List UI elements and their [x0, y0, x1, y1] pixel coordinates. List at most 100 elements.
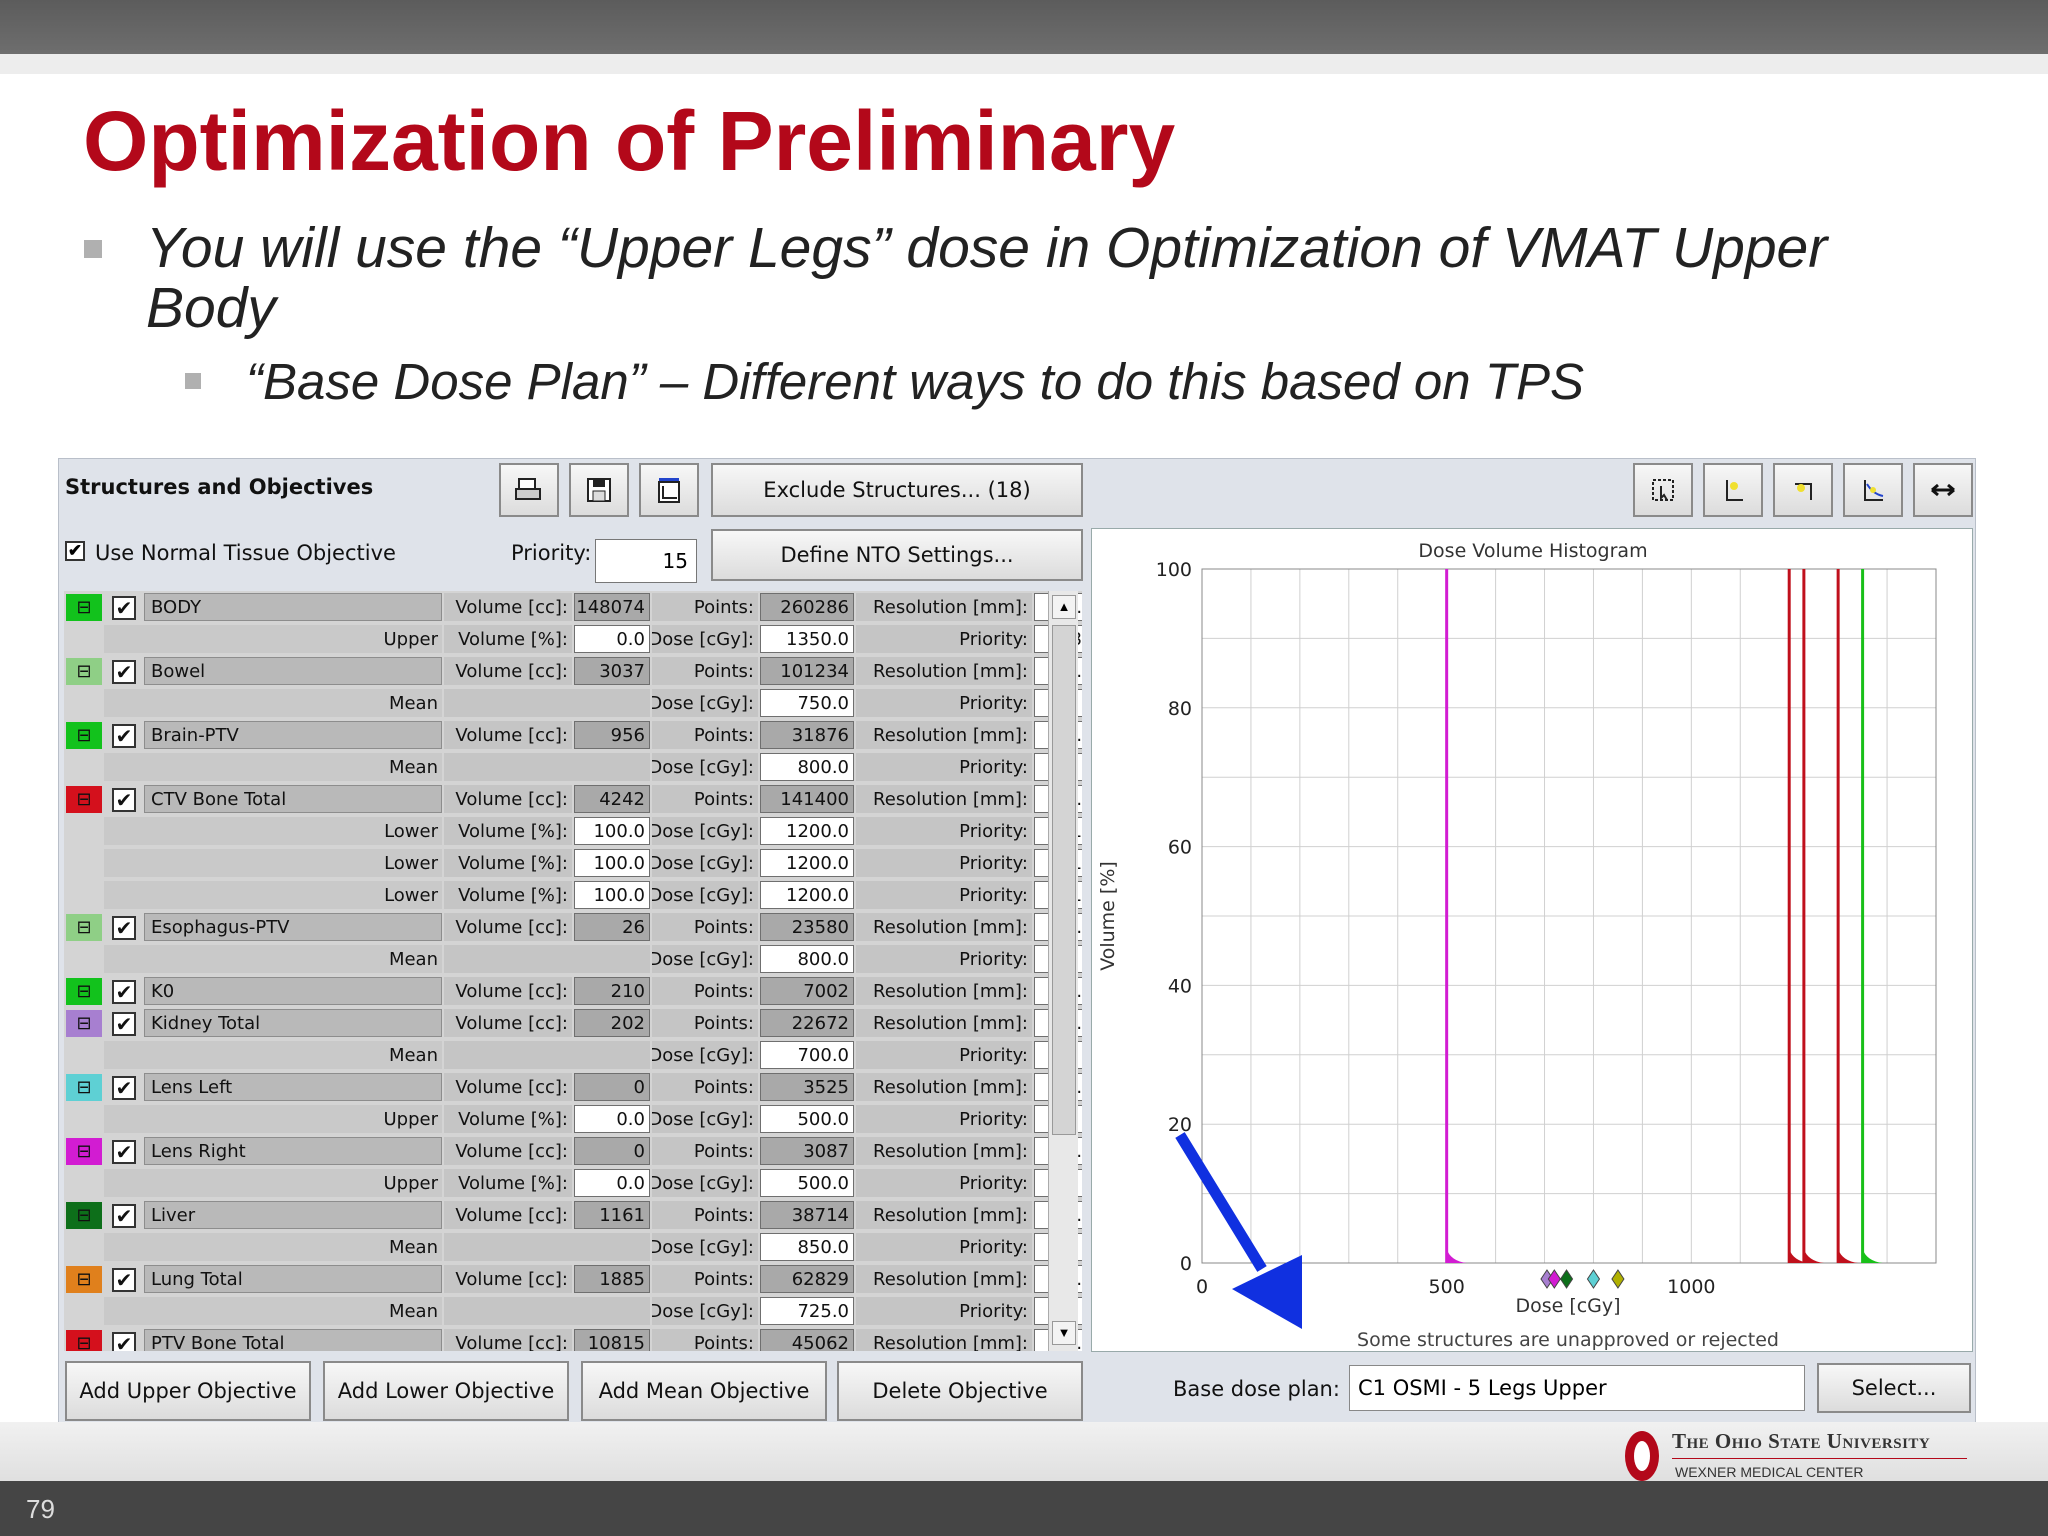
- volume-cc-value: 148074: [574, 593, 650, 621]
- structure-color-swatch[interactable]: ⊟: [66, 1138, 102, 1165]
- structure-color-swatch[interactable]: ⊟: [66, 722, 102, 749]
- structure-checkbox[interactable]: ✔: [112, 1012, 136, 1036]
- volume-pct-input[interactable]: 0.0: [574, 625, 650, 653]
- dose-input[interactable]: 800.0: [760, 753, 854, 781]
- volume-cc-label: Volume [cc]:: [444, 593, 572, 621]
- structure-checkbox[interactable]: ✔: [112, 1332, 136, 1351]
- dose-input[interactable]: 1200.0: [760, 849, 854, 877]
- dvh-view-button[interactable]: [639, 463, 699, 517]
- resize-button[interactable]: [1913, 463, 1973, 517]
- resolution-label: Resolution [mm]:: [856, 977, 1032, 1005]
- base-dose-field[interactable]: C1 OSMI - 5 Legs Upper: [1349, 1365, 1805, 1411]
- annotation-arrow-shaft: [1175, 1132, 1267, 1272]
- curve-tool-button[interactable]: [1843, 463, 1903, 517]
- scroll-up-arrow-icon[interactable]: ▲: [1052, 595, 1076, 619]
- structure-checkbox[interactable]: ✔: [112, 1268, 136, 1292]
- structure-color-swatch[interactable]: ⊟: [66, 594, 102, 621]
- points-label: Points:: [652, 1265, 758, 1293]
- objective-marker: [1547, 1269, 1561, 1289]
- define-nto-button[interactable]: Define NTO Settings...: [711, 529, 1083, 581]
- structure-checkbox[interactable]: ✔: [112, 660, 136, 684]
- scrollbar-thumb[interactable]: [1052, 625, 1076, 1135]
- dose-label: Dose [cGy]:: [652, 689, 758, 717]
- structure-color-swatch[interactable]: ⊟: [66, 914, 102, 941]
- structure-color-swatch[interactable]: ⊟: [66, 658, 102, 685]
- structure-color-swatch[interactable]: ⊟: [66, 1202, 102, 1229]
- structure-checkbox[interactable]: ✔: [112, 596, 136, 620]
- structure-checkbox[interactable]: ✔: [112, 1140, 136, 1164]
- structure-color-swatch[interactable]: ⊟: [66, 1330, 102, 1351]
- volume-cc-value: 0: [574, 1073, 650, 1101]
- y-tick-label: 60: [1168, 837, 1192, 859]
- structure-checkbox[interactable]: ✔: [112, 724, 136, 748]
- dose-input[interactable]: 500.0: [760, 1105, 854, 1133]
- volume-pct-label: Volume [%]:: [444, 817, 572, 845]
- x-tick-label: 0: [1196, 1276, 1208, 1298]
- structure-color-swatch[interactable]: ⊟: [66, 1074, 102, 1101]
- add-upper-objective-button[interactable]: Add Upper Objective: [65, 1361, 311, 1421]
- priority-label: Priority:: [856, 945, 1032, 973]
- volume-pct-label: Volume [%]:: [444, 1169, 572, 1197]
- structure-checkbox[interactable]: ✔: [112, 788, 136, 812]
- structure-color-swatch[interactable]: ⊟: [66, 1010, 102, 1037]
- structure-checkbox[interactable]: ✔: [112, 1204, 136, 1228]
- structure-row: ⊟ ✔ PTV Bone Total Volume [cc]: 10815 Points:…: [64, 1327, 1082, 1351]
- pan-tool-button[interactable]: [1773, 463, 1833, 517]
- objective-type: Mean: [104, 1233, 442, 1261]
- objectives-scrollbar[interactable]: ▲ ▼: [1048, 591, 1078, 1351]
- structure-color-swatch[interactable]: ⊟: [66, 978, 102, 1005]
- dose-input[interactable]: 750.0: [760, 689, 854, 717]
- objective-type: Lower: [104, 817, 442, 845]
- y-tick-label: 20: [1168, 1114, 1192, 1136]
- add-lower-objective-button[interactable]: Add Lower Objective: [323, 1361, 569, 1421]
- nto-priority-input[interactable]: 15: [595, 539, 697, 583]
- structure-checkbox[interactable]: ✔: [112, 1076, 136, 1100]
- points-value: 62829: [760, 1265, 854, 1293]
- use-nto-checkbox[interactable]: ✔: [65, 541, 85, 561]
- objective-type: Mean: [104, 1297, 442, 1325]
- dose-label: Dose [cGy]:: [652, 1041, 758, 1069]
- add-mean-objective-button[interactable]: Add Mean Objective: [581, 1361, 827, 1421]
- dose-label: Dose [cGy]:: [652, 849, 758, 877]
- print-button[interactable]: [499, 463, 559, 517]
- dose-input[interactable]: 725.0: [760, 1297, 854, 1325]
- volume-pct-input[interactable]: 100.0: [574, 849, 650, 877]
- objective-type: Mean: [104, 689, 442, 717]
- volume-pct-input[interactable]: 100.0: [574, 817, 650, 845]
- structure-color-swatch[interactable]: ⊟: [66, 786, 102, 813]
- resolution-label: Resolution [mm]:: [856, 1329, 1032, 1351]
- annotation-arrow-head: [1232, 1255, 1302, 1329]
- dose-input[interactable]: 1350.0: [760, 625, 854, 653]
- zoom-tool-button[interactable]: [1703, 463, 1763, 517]
- bullet-text-2: “Base Dose Plan” – Different ways to do …: [246, 353, 1585, 410]
- dose-input[interactable]: 800.0: [760, 945, 854, 973]
- delete-objective-button[interactable]: Delete Objective: [837, 1361, 1083, 1421]
- dose-input[interactable]: 500.0: [760, 1169, 854, 1197]
- dose-input[interactable]: 850.0: [760, 1233, 854, 1261]
- dose-input[interactable]: 1200.0: [760, 817, 854, 845]
- objective-type: Lower: [104, 849, 442, 877]
- curve-chart-icon: [1864, 480, 1884, 501]
- exclude-structures-button[interactable]: Exclude Structures... (18): [711, 463, 1083, 517]
- select-tool-button[interactable]: [1633, 463, 1693, 517]
- volume-cc-value: 10815: [574, 1329, 650, 1351]
- select-base-dose-button[interactable]: Select...: [1817, 1363, 1971, 1413]
- structure-color-swatch[interactable]: ⊟: [66, 1266, 102, 1293]
- dose-label: Dose [cGy]:: [652, 1233, 758, 1261]
- dose-label: Dose [cGy]:: [652, 945, 758, 973]
- dose-input[interactable]: 700.0: [760, 1041, 854, 1069]
- y-axis-label: Volume [%]: [1097, 861, 1119, 971]
- print-icon: [515, 478, 541, 500]
- volume-pct-input[interactable]: 0.0: [574, 1105, 650, 1133]
- volume-pct-input[interactable]: 0.0: [574, 1169, 650, 1197]
- dose-input[interactable]: 1200.0: [760, 881, 854, 909]
- scroll-down-arrow-icon[interactable]: ▼: [1052, 1321, 1076, 1345]
- structure-checkbox[interactable]: ✔: [112, 916, 136, 940]
- dvh-series-tail: [1446, 1249, 1467, 1263]
- bullet-text-1: You will use the “Upper Legs” dose in Op…: [146, 216, 1828, 340]
- save-button[interactable]: [569, 463, 629, 517]
- dose-label: Dose [cGy]:: [652, 817, 758, 845]
- structure-checkbox[interactable]: ✔: [112, 980, 136, 1004]
- dvh-icon: [658, 478, 680, 503]
- volume-pct-input[interactable]: 100.0: [574, 881, 650, 909]
